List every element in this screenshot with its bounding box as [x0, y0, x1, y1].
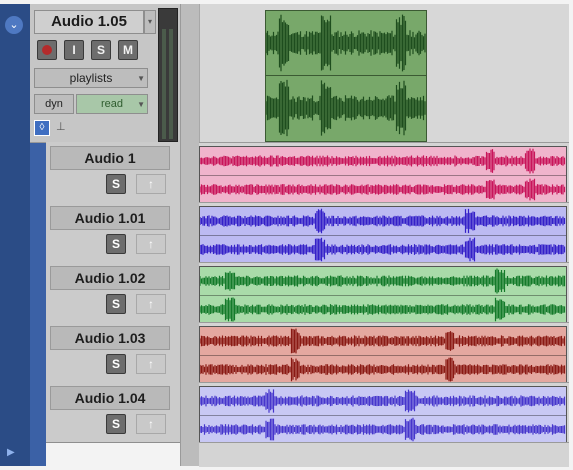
waveform: [200, 237, 566, 262]
track-name-dropdown-icon[interactable]: ▾: [144, 10, 156, 34]
up-arrow-icon[interactable]: ↑: [136, 414, 166, 434]
track-lane[interactable]: [199, 262, 569, 324]
track-name[interactable]: Audio 1.04: [50, 386, 170, 410]
playlists-selector[interactable]: playlists ▼: [34, 68, 148, 88]
waveform-path: [200, 237, 566, 262]
up-arrow-icon[interactable]: ↑: [136, 354, 166, 374]
dropdown-arrow-icon: ▼: [137, 74, 145, 83]
waveform-path: [200, 297, 566, 322]
group-strip: [30, 142, 46, 466]
marker-icon: ⊥: [56, 121, 66, 133]
track-lane[interactable]: [199, 202, 569, 264]
track-header-master: Audio 1.05 ▾ I S M playlists ▼ dyn read …: [30, 4, 180, 143]
automation-mode-label: read: [100, 98, 124, 110]
expand-toggle-icon[interactable]: ⌄: [5, 16, 23, 34]
waveform-path: [200, 389, 566, 413]
waveform-path: [200, 208, 566, 234]
solo-button[interactable]: S: [106, 174, 126, 194]
track-header: Audio 1.03 S ↑: [46, 322, 180, 383]
waveform-path: [200, 357, 566, 382]
waveform: [266, 79, 426, 137]
dropdown-arrow-icon: ▼: [137, 100, 145, 109]
audio-clip[interactable]: [265, 10, 427, 142]
waveform-path: [200, 328, 566, 354]
solo-button[interactable]: S: [91, 40, 111, 60]
waveform: [200, 357, 566, 382]
track-name[interactable]: Audio 1: [50, 146, 170, 170]
master-lane[interactable]: [199, 4, 569, 142]
play-arrow-icon[interactable]: ▶: [7, 447, 15, 458]
meter-bar-left: [162, 29, 166, 139]
input-monitor-button[interactable]: I: [64, 40, 84, 60]
solo-button[interactable]: S: [106, 234, 126, 254]
track-header: Audio 1.04 S ↑: [46, 382, 180, 443]
audio-clip[interactable]: [199, 266, 567, 324]
waveform-path: [200, 148, 566, 174]
playlists-label: playlists: [69, 71, 113, 85]
automation-mode-selector[interactable]: read ▼: [76, 94, 148, 114]
audio-clip[interactable]: [199, 386, 567, 444]
track-header: Audio 1 S ↑: [46, 142, 180, 203]
track-header: Audio 1.01 S ↑: [46, 202, 180, 263]
waveform: [200, 148, 566, 174]
track-name[interactable]: Audio 1.03: [50, 326, 170, 350]
waveform: [200, 417, 566, 442]
waveform-path: [200, 268, 566, 294]
solo-button[interactable]: S: [106, 294, 126, 314]
solo-button[interactable]: S: [106, 414, 126, 434]
dyn-view-selector[interactable]: dyn: [34, 94, 74, 114]
timeline-area[interactable]: [199, 4, 569, 467]
up-arrow-icon[interactable]: ↑: [136, 294, 166, 314]
waveform: [200, 389, 566, 413]
waveform: [266, 14, 426, 72]
level-meter: [158, 8, 178, 142]
waveform-path: [200, 178, 566, 201]
record-enable-button[interactable]: [37, 40, 57, 60]
audio-clip[interactable]: [199, 206, 567, 264]
record-dot-icon: [42, 45, 52, 55]
track-lane[interactable]: [199, 142, 569, 204]
waveform: [200, 328, 566, 354]
waveform-path: [266, 14, 426, 72]
meter-column: [180, 4, 200, 466]
waveform: [200, 208, 566, 234]
waveform: [200, 297, 566, 322]
lock-icon[interactable]: ◊: [34, 120, 50, 136]
audio-clip[interactable]: [199, 326, 567, 384]
waveform: [200, 178, 566, 201]
edit-window: ⌄ ▶ Audio 1.05 ▾ I S M playlists ▼ dyn r…: [0, 0, 573, 470]
track-name[interactable]: Audio 1.02: [50, 266, 170, 290]
track-lane[interactable]: [199, 322, 569, 384]
audio-clip[interactable]: [199, 146, 567, 204]
meter-bar-right: [169, 29, 173, 139]
waveform-path: [266, 79, 426, 137]
waveform-path: [200, 417, 566, 442]
track-list-strip: ⌄ ▶: [0, 4, 31, 466]
solo-button[interactable]: S: [106, 354, 126, 374]
mute-button[interactable]: M: [118, 40, 138, 60]
track-name[interactable]: Audio 1.05: [34, 10, 144, 34]
track-header: Audio 1.02 S ↑: [46, 262, 180, 323]
track-name[interactable]: Audio 1.01: [50, 206, 170, 230]
waveform: [200, 268, 566, 294]
track-lane[interactable]: [199, 382, 569, 444]
empty-lane[interactable]: [199, 442, 569, 467]
up-arrow-icon[interactable]: ↑: [136, 234, 166, 254]
up-arrow-icon[interactable]: ↑: [136, 174, 166, 194]
